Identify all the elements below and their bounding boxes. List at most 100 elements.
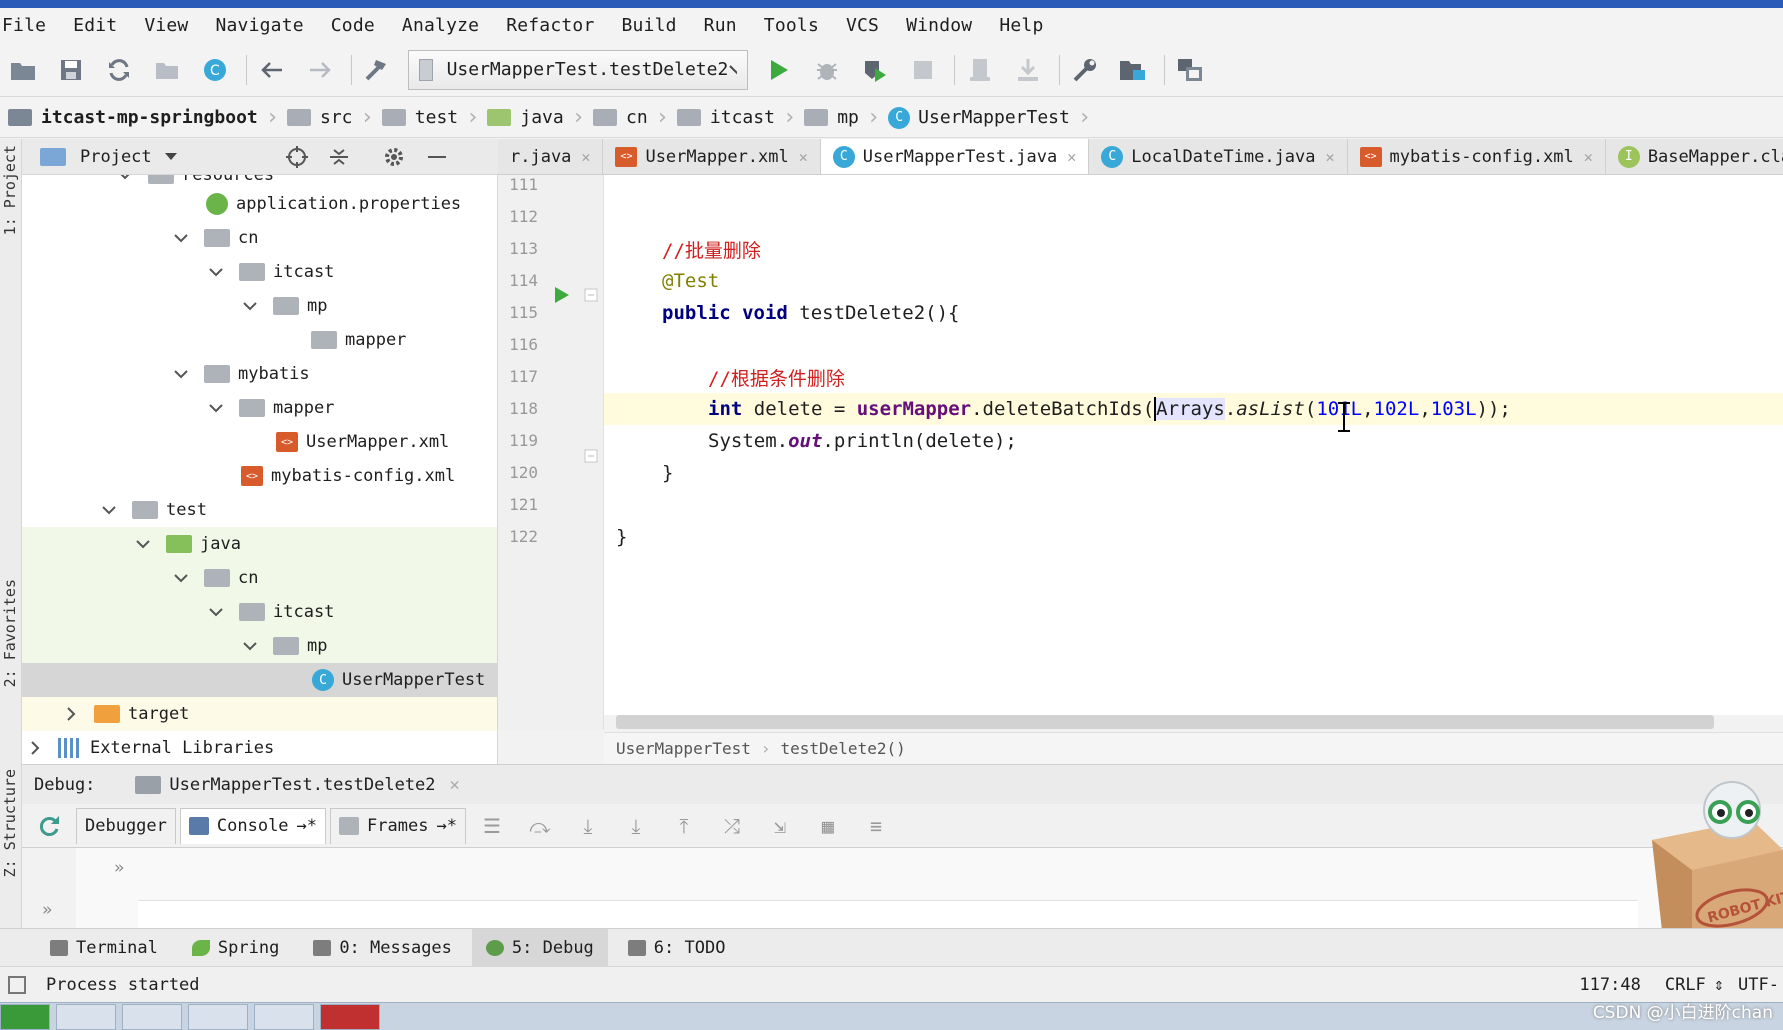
taskbar-explorer[interactable] bbox=[56, 1003, 116, 1030]
debug-session-tab[interactable]: UserMapperTest.testDelete2 bbox=[169, 775, 435, 795]
editor-tab-basemapper-class[interactable]: I BaseMapper.class bbox=[1606, 139, 1783, 174]
menu-navigate[interactable]: Navigate bbox=[215, 15, 303, 36]
chevron-down-icon[interactable] bbox=[134, 535, 152, 553]
close-icon[interactable]: ✕ bbox=[1326, 148, 1335, 166]
taskbar-app[interactable] bbox=[122, 1003, 182, 1030]
taskbar-app[interactable] bbox=[188, 1003, 248, 1030]
chevron-right-icon[interactable] bbox=[62, 705, 80, 723]
chevron-down-icon[interactable] bbox=[207, 603, 225, 621]
chevron-down-icon[interactable] bbox=[100, 501, 118, 519]
run-icon[interactable] bbox=[762, 53, 796, 87]
rerun-icon[interactable] bbox=[22, 814, 76, 838]
code-editor[interactable]: //批量删除 @Test public void testDelete2(){ … bbox=[604, 175, 1783, 715]
fold-marker-icon[interactable] bbox=[584, 288, 598, 302]
trace-stream-icon[interactable]: ≡ bbox=[864, 814, 888, 838]
editor-tab-usermapper-xml[interactable]: <> UserMapper.xml ✕ bbox=[603, 139, 821, 174]
close-icon[interactable]: ✕ bbox=[1584, 148, 1593, 166]
nav-crumb-class[interactable]: C UserMapperTest bbox=[888, 106, 1070, 129]
locate-target-icon[interactable] bbox=[285, 145, 308, 168]
tree-node-target[interactable]: target bbox=[22, 697, 497, 731]
breadcrumb-class[interactable]: UserMapperTest bbox=[616, 739, 751, 758]
start-button[interactable] bbox=[0, 1003, 50, 1030]
chevron-down-icon[interactable] bbox=[172, 365, 190, 383]
chevron-down-icon[interactable] bbox=[172, 569, 190, 587]
run-configuration-select[interactable]: UserMapperTest.testDelete2 bbox=[408, 49, 748, 90]
tab-frames[interactable]: Frames →* bbox=[330, 807, 466, 844]
tree-node-mybatis-mapper[interactable]: mapper bbox=[22, 391, 497, 425]
menu-analyze[interactable]: Analyze bbox=[402, 15, 479, 36]
tool-tab-messages[interactable]: 0: Messages bbox=[299, 929, 466, 967]
vcs-commit-icon[interactable] bbox=[1011, 53, 1045, 87]
chevron-down-icon[interactable] bbox=[164, 152, 178, 162]
nav-crumb-java[interactable]: java bbox=[487, 107, 564, 128]
menu-build[interactable]: Build bbox=[621, 15, 676, 36]
forward-arrow-icon[interactable] bbox=[303, 53, 337, 87]
tree-node-mp[interactable]: mp bbox=[22, 289, 497, 323]
menu-file[interactable]: File bbox=[2, 15, 46, 36]
tool-tab-debug[interactable]: 5: Debug bbox=[471, 928, 608, 967]
fold-marker-icon[interactable] bbox=[584, 449, 598, 463]
step-into-icon[interactable]: ⤓ bbox=[576, 814, 600, 838]
structure-tool-button[interactable]: Z: Structure bbox=[1, 769, 19, 877]
run-with-coverage-icon[interactable] bbox=[858, 53, 892, 87]
taskbar-app[interactable] bbox=[254, 1003, 314, 1030]
file-encoding[interactable]: UTF- bbox=[1738, 975, 1779, 995]
nav-crumb-cn[interactable]: cn bbox=[592, 107, 648, 128]
tree-node-cn[interactable]: cn bbox=[22, 221, 497, 255]
menu-tools[interactable]: Tools bbox=[764, 15, 819, 36]
chevron-down-icon[interactable] bbox=[207, 399, 225, 417]
console-input-area[interactable] bbox=[138, 900, 1638, 928]
expand-more-icon[interactable]: » bbox=[114, 858, 124, 878]
debug-bug-icon[interactable] bbox=[810, 53, 844, 87]
force-step-into-icon[interactable]: ⤓ bbox=[624, 814, 648, 838]
minimize-panel-icon[interactable] bbox=[426, 146, 448, 168]
menu-view[interactable]: View bbox=[144, 15, 188, 36]
project-structure-icon[interactable] bbox=[1116, 53, 1150, 87]
nav-crumb-mp[interactable]: mp bbox=[804, 107, 859, 128]
line-separator[interactable]: CRLF bbox=[1665, 975, 1706, 995]
chevron-down-icon[interactable] bbox=[172, 229, 190, 247]
caret-position[interactable]: 117:48 bbox=[1579, 975, 1640, 995]
save-icon[interactable] bbox=[54, 53, 88, 87]
menu-window[interactable]: Window bbox=[906, 15, 972, 36]
chevron-down-icon[interactable] bbox=[241, 297, 259, 315]
tree-node-test[interactable]: test bbox=[22, 493, 497, 527]
tree-node-test-itcast[interactable]: itcast bbox=[22, 595, 497, 629]
menu-run[interactable]: Run bbox=[704, 15, 737, 36]
tool-tab-terminal[interactable]: Terminal bbox=[36, 929, 172, 967]
sdk-manager-icon[interactable] bbox=[1173, 53, 1207, 87]
tree-node-mybatis-config-xml[interactable]: <> mybatis-config.xml bbox=[22, 459, 497, 493]
class-icon[interactable]: C bbox=[198, 53, 232, 87]
tree-node-external-libraries[interactable]: External Libraries bbox=[22, 731, 497, 764]
tree-node-test-cn[interactable]: cn bbox=[22, 561, 497, 595]
stop-icon[interactable] bbox=[906, 53, 940, 87]
tab-console[interactable]: Console →* bbox=[179, 807, 327, 844]
nav-crumb-test[interactable]: test bbox=[381, 107, 458, 128]
back-arrow-icon[interactable] bbox=[255, 53, 289, 87]
nav-crumb-project[interactable]: itcast-mp-springboot bbox=[8, 107, 258, 128]
tree-node-mybatis[interactable]: mybatis bbox=[22, 357, 497, 391]
tool-tab-spring[interactable]: Spring bbox=[178, 929, 293, 967]
close-icon[interactable]: ✕ bbox=[1067, 148, 1076, 166]
gear-icon[interactable] bbox=[382, 145, 406, 169]
vcs-update-icon[interactable] bbox=[963, 53, 997, 87]
settings-wrench-icon[interactable] bbox=[1068, 53, 1102, 87]
menu-vcs[interactable]: VCS bbox=[846, 15, 879, 36]
tree-node-application-properties[interactable]: application.properties bbox=[22, 187, 497, 221]
project-tool-button[interactable]: 1: Project bbox=[1, 145, 19, 235]
nav-crumb-itcast[interactable]: itcast bbox=[676, 107, 775, 128]
drop-frame-icon[interactable]: ⤮ bbox=[720, 814, 744, 838]
tool-windows-toggle-icon[interactable] bbox=[8, 975, 26, 994]
close-icon[interactable]: ✕ bbox=[450, 775, 460, 795]
menu-help[interactable]: Help bbox=[999, 15, 1043, 36]
chevron-down-icon[interactable] bbox=[207, 263, 225, 281]
show-execution-point-icon[interactable]: ☰ bbox=[480, 814, 504, 838]
chevron-right-icon[interactable] bbox=[26, 739, 44, 757]
editor-tab-mybatis-config-xml[interactable]: <> mybatis-config.xml ✕ bbox=[1348, 139, 1606, 174]
breadcrumb-method[interactable]: testDelete2() bbox=[781, 739, 906, 758]
sync-icon[interactable] bbox=[102, 53, 136, 87]
tree-node-usermapper-xml[interactable]: <> UserMapper.xml bbox=[22, 425, 497, 459]
taskbar-intellij[interactable] bbox=[320, 1003, 380, 1030]
menu-code[interactable]: Code bbox=[331, 15, 375, 36]
nav-crumb-src[interactable]: src bbox=[287, 107, 353, 128]
